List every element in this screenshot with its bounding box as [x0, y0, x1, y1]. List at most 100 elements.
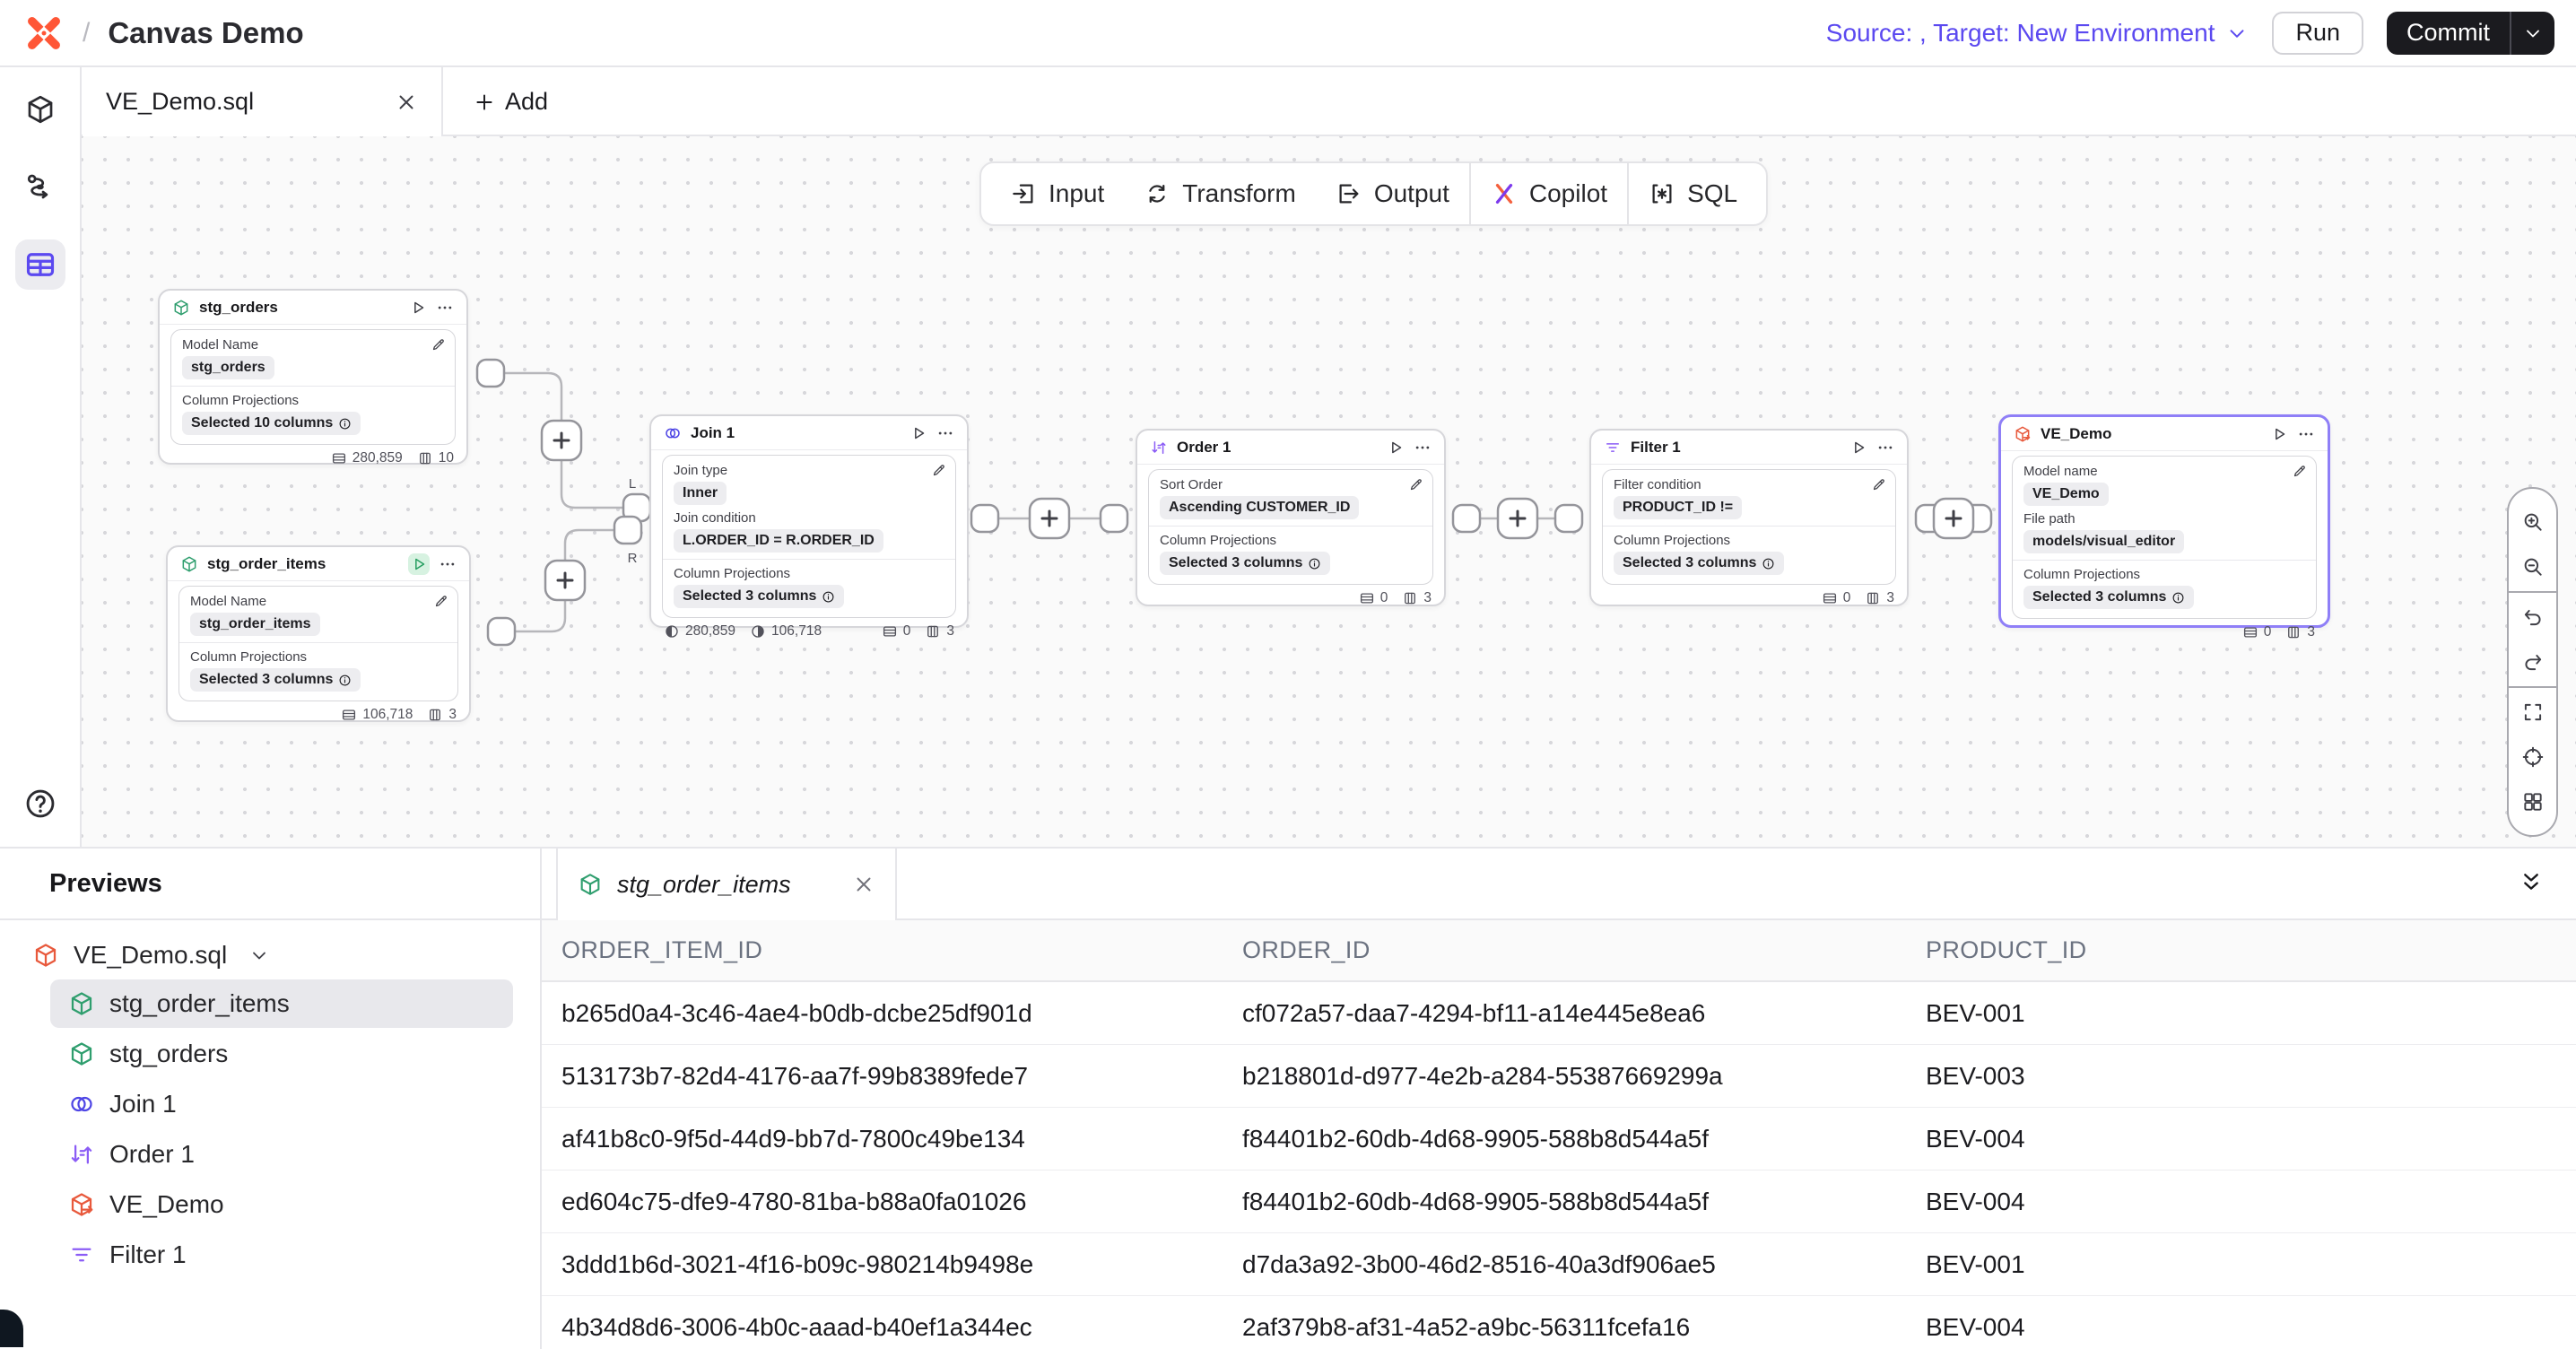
field-value-pill[interactable]: stg_orders	[182, 356, 274, 379]
port-stg-order-items-out[interactable]	[488, 618, 515, 645]
edit-icon[interactable]	[2292, 464, 2307, 479]
add-node-on-edge-button[interactable]	[542, 421, 581, 460]
port-filter-in[interactable]	[1555, 505, 1582, 532]
field-value-pill[interactable]: VE_Demo	[2023, 483, 2109, 506]
rail-models-button[interactable]	[15, 84, 65, 135]
field-value-pill[interactable]: L.ORDER_ID = R.ORDER_ID	[674, 529, 883, 553]
column-count-icon	[925, 623, 941, 640]
field-value-pill[interactable]: Selected 3 columns	[190, 668, 361, 692]
edit-icon[interactable]	[1871, 477, 1886, 492]
add-tab-button[interactable]: Add	[462, 67, 559, 136]
field-value-pill[interactable]: Inner	[674, 482, 727, 505]
column-count-icon	[427, 707, 443, 723]
table-row[interactable]: b265d0a4-3c46-4ae4-b0db-dcbe25df901d cf0…	[542, 982, 2576, 1045]
commit-split-button[interactable]: Commit	[2387, 12, 2554, 55]
field-value-pill[interactable]: Selected 3 columns	[2023, 586, 2194, 609]
tree-item-ve-demo-sql[interactable]: VE_Demo.sql	[0, 933, 540, 978]
add-node-on-edge-button[interactable]	[545, 561, 585, 600]
edit-icon[interactable]	[433, 594, 448, 609]
node-stg-orders[interactable]: stg_orders Model Name stg_orders Column …	[158, 289, 468, 465]
field-value-pill[interactable]: Ascending CUSTOMER_ID	[1160, 496, 1359, 519]
environment-selector[interactable]: Source: , Target: New Environment	[1826, 19, 2250, 48]
node-stg-order-items[interactable]: stg_order_items Model Name stg_order_ite…	[166, 545, 471, 722]
add-node-on-edge-button[interactable]	[1030, 499, 1069, 538]
table-row[interactable]: ed604c75-dfe9-4780-81ba-b88a0fa01026 f84…	[542, 1171, 2576, 1233]
field-value-pill[interactable]: stg_order_items	[190, 613, 320, 636]
node-menu-button[interactable]	[2297, 425, 2315, 443]
node-menu-button[interactable]	[1876, 439, 1894, 457]
run-node-button[interactable]	[1387, 439, 1405, 457]
add-tab-label: Add	[505, 88, 548, 116]
tab-ve-demo-sql[interactable]: VE_Demo.sql	[83, 67, 443, 136]
tree-item-order-1[interactable]: Order 1	[50, 1130, 513, 1179]
edit-icon[interactable]	[1408, 477, 1423, 492]
zoom-in-button[interactable]	[2509, 500, 2556, 544]
auto-layout-button[interactable]	[2509, 779, 2556, 824]
node-order-1[interactable]: Order 1 Sort Order Ascending CUSTOMER_ID…	[1136, 429, 1446, 606]
close-preview-tab-button[interactable]	[852, 873, 875, 896]
redo-button[interactable]	[2509, 640, 2556, 684]
port-join-out[interactable]	[971, 505, 998, 532]
column-header[interactable]: ORDER_ID	[1242, 936, 1926, 964]
rail-lineage-button[interactable]	[15, 161, 65, 212]
toolbar-input-button[interactable]: Input	[990, 163, 1124, 224]
help-button[interactable]	[23, 787, 57, 821]
field-value-pill[interactable]: Selected 10 columns	[182, 412, 361, 435]
run-node-button[interactable]	[408, 553, 430, 575]
brand-logo-icon[interactable]	[22, 11, 66, 56]
field-value-pill[interactable]: Selected 3 columns	[1160, 552, 1330, 575]
toolbar-transform-button[interactable]: Transform	[1124, 163, 1316, 224]
commit-button[interactable]: Commit	[2387, 12, 2510, 55]
table-row[interactable]: 4b34d8d6-3006-4b0c-aaad-b40ef1a344ec 2af…	[542, 1296, 2576, 1349]
table-row[interactable]: 3ddd1b6d-3021-4f16-b09c-980214b9498e d7d…	[542, 1233, 2576, 1296]
column-header[interactable]: ORDER_ITEM_ID	[561, 936, 1242, 964]
toolbar-output-button[interactable]: Output	[1316, 163, 1469, 224]
node-menu-button[interactable]	[439, 555, 457, 573]
port-order-in[interactable]	[1101, 505, 1127, 532]
add-node-on-edge-button[interactable]	[1498, 499, 1537, 538]
flow-canvas[interactable]: L R Input Transform Output Copilo	[82, 136, 2576, 847]
toolbar-copilot-button[interactable]: Copilot	[1471, 163, 1627, 224]
zoom-out-button[interactable]	[2509, 544, 2556, 589]
canvas-toolbar: Input Transform Output Copilot SQL	[979, 161, 1768, 226]
field-value-pill[interactable]: Selected 3 columns	[674, 585, 844, 608]
undo-button[interactable]	[2509, 595, 2556, 640]
table-row[interactable]: 513173b7-82d4-4176-aa7f-99b8389fede7 b21…	[542, 1045, 2576, 1108]
port-order-out[interactable]	[1453, 505, 1480, 532]
preview-tab-stg-order-items[interactable]: stg_order_items	[556, 849, 897, 920]
field-value-pill[interactable]: PRODUCT_ID !=	[1614, 496, 1742, 519]
run-node-button[interactable]	[2270, 425, 2288, 443]
field-value-pill[interactable]: models/visual_editor	[2023, 530, 2184, 553]
collapse-panel-button[interactable]	[2517, 868, 2546, 897]
port-stg-orders-out[interactable]	[477, 360, 504, 387]
tree-item-filter-1[interactable]: Filter 1	[50, 1231, 513, 1279]
node-join-1[interactable]: Join 1 Join type Inner Join condition L.…	[649, 414, 969, 628]
run-node-button[interactable]	[1849, 439, 1867, 457]
rail-table-button[interactable]	[15, 239, 65, 290]
add-node-on-edge-button[interactable]	[1934, 499, 1973, 538]
column-header[interactable]: PRODUCT_ID	[1926, 936, 2576, 964]
tree-item-stg-orders[interactable]: stg_orders	[50, 1030, 513, 1078]
close-tab-button[interactable]	[395, 91, 418, 114]
port-join-right-in[interactable]	[614, 517, 641, 544]
node-menu-button[interactable]	[936, 424, 954, 442]
edit-icon[interactable]	[431, 337, 446, 352]
node-filter-1[interactable]: Filter 1 Filter condition PRODUCT_ID != …	[1589, 429, 1909, 606]
tree-item-stg-order-items[interactable]: stg_order_items	[50, 979, 513, 1028]
tree-item-join-1[interactable]: Join 1	[50, 1080, 513, 1128]
commit-menu-button[interactable]	[2511, 12, 2554, 55]
node-menu-button[interactable]	[436, 299, 454, 317]
node-ve-demo[interactable]: VE_Demo Model name VE_Demo File path mod…	[1998, 414, 2330, 628]
run-node-button[interactable]	[909, 424, 927, 442]
fit-view-button[interactable]	[2509, 690, 2556, 735]
run-node-button[interactable]	[409, 299, 427, 317]
tree-item-ve-demo[interactable]: VE_Demo	[50, 1180, 513, 1229]
toolbar-sql-button[interactable]: SQL	[1629, 163, 1757, 224]
chevron-down-icon[interactable]	[248, 944, 270, 966]
edit-icon[interactable]	[931, 463, 946, 478]
node-menu-button[interactable]	[1414, 439, 1432, 457]
run-button[interactable]: Run	[2272, 12, 2363, 55]
field-value-pill[interactable]: Selected 3 columns	[1614, 552, 1784, 575]
table-row[interactable]: af41b8c0-9f5d-44d9-bb7d-7800c49be134 f84…	[542, 1108, 2576, 1171]
center-view-button[interactable]	[2509, 735, 2556, 779]
